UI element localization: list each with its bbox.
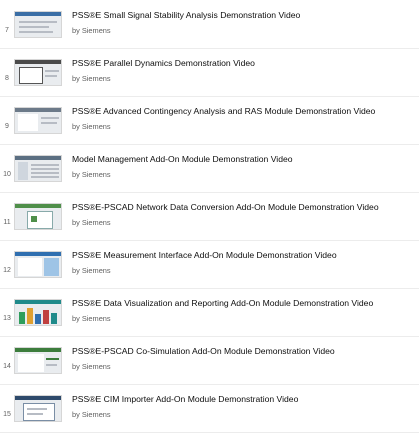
playlist-item[interactable]: 10 Model Management Add-On Module Demons… (0, 144, 419, 193)
playlist-item[interactable]: 7 PSS®E Small Signal Stability Analysis … (0, 0, 419, 49)
item-index: 7 (5, 27, 9, 34)
channel-name: by Siemens (72, 314, 111, 323)
thumbnail-panel (18, 258, 42, 276)
video-thumbnail[interactable] (14, 59, 62, 86)
thumbnail-line (41, 117, 59, 119)
channel-name: by Siemens (72, 362, 111, 371)
channel-name: by Siemens (72, 122, 111, 131)
video-thumbnail[interactable] (14, 11, 62, 38)
video-thumbnail[interactable] (14, 395, 62, 422)
thumbnail-header (15, 300, 61, 304)
thumbnail-line (19, 26, 49, 28)
video-title[interactable]: PSS®E Small Signal Stability Analysis De… (72, 10, 300, 20)
video-title[interactable]: PSS®E Advanced Contingency Analysis and … (72, 106, 375, 116)
thumbnail-header (15, 396, 61, 400)
thumbnail-line (27, 408, 47, 410)
playlist-item[interactable]: 12 PSS®E Measurement Interface Add-On Mo… (0, 240, 419, 289)
thumbnail-header (15, 60, 61, 64)
playlist-item[interactable]: 8 PSS®E Parallel Dynamics Demonstration … (0, 48, 419, 97)
thumbnail-icon (31, 216, 37, 222)
thumbnail-line (46, 358, 59, 360)
thumbnail-header (15, 348, 61, 352)
playlist-item[interactable]: 15 PSS®E CIM Importer Add-On Module Demo… (0, 384, 419, 433)
video-thumbnail[interactable] (14, 155, 62, 182)
thumbnail-header (15, 252, 61, 256)
thumbnail-panel (18, 114, 38, 131)
channel-name: by Siemens (72, 218, 111, 227)
item-index: 13 (3, 315, 11, 322)
channel-name: by Siemens (72, 170, 111, 179)
video-thumbnail[interactable] (14, 203, 62, 230)
item-index: 10 (3, 171, 11, 178)
thumbnail-line (41, 122, 57, 124)
thumbnail-header (15, 204, 61, 208)
item-index: 12 (3, 267, 11, 274)
thumbnail-line (31, 176, 59, 178)
video-thumbnail[interactable] (14, 299, 62, 326)
item-index: 8 (5, 75, 9, 82)
thumbnail-bar (27, 308, 33, 324)
thumbnail-line (31, 168, 59, 170)
playlist-item[interactable]: 9 PSS®E Advanced Contingency Analysis an… (0, 96, 419, 145)
channel-name: by Siemens (72, 26, 111, 35)
video-title[interactable]: PSS®E-PSCAD Co-Simulation Add-On Module … (72, 346, 335, 356)
thumbnail-line (31, 172, 59, 174)
playlist-item[interactable]: 11 PSS®E-PSCAD Network Data Conversion A… (0, 192, 419, 241)
thumbnail-sidebar (18, 162, 28, 180)
video-thumbnail[interactable] (14, 347, 62, 374)
video-thumbnail[interactable] (14, 251, 62, 278)
thumbnail-header (15, 156, 61, 160)
thumbnail-bar (35, 314, 41, 324)
thumbnail-line (45, 70, 59, 72)
channel-name: by Siemens (72, 266, 111, 275)
thumbnail-bar (51, 313, 57, 324)
thumbnail-panel (18, 354, 44, 372)
thumbnail-line (19, 31, 53, 33)
thumbnail-panel (44, 258, 59, 276)
item-index: 9 (5, 123, 9, 130)
thumbnail-window (19, 67, 43, 84)
thumbnail-dialog (23, 403, 55, 421)
video-title[interactable]: PSS®E CIM Importer Add-On Module Demonst… (72, 394, 298, 404)
thumbnail-line (45, 75, 57, 77)
playlist-item[interactable]: 14 PSS®E-PSCAD Co-Simulation Add-On Modu… (0, 336, 419, 385)
video-title[interactable]: PSS®E Measurement Interface Add-On Modul… (72, 250, 337, 260)
video-title[interactable]: PSS®E Data Visualization and Reporting A… (72, 298, 373, 308)
video-title[interactable]: PSS®E-PSCAD Network Data Conversion Add-… (72, 202, 379, 212)
video-title[interactable]: Model Management Add-On Module Demonstra… (72, 154, 293, 164)
thumbnail-header (15, 12, 61, 16)
item-index: 15 (3, 411, 11, 418)
channel-name: by Siemens (72, 74, 111, 83)
playlist-item[interactable]: 13 PSS®E Data Visualization and Reportin… (0, 288, 419, 337)
video-title[interactable]: PSS®E Parallel Dynamics Demonstration Vi… (72, 58, 255, 68)
channel-name: by Siemens (72, 410, 111, 419)
thumbnail-bar (19, 312, 25, 324)
video-thumbnail[interactable] (14, 107, 62, 134)
playlist: 7 PSS®E Small Signal Stability Analysis … (0, 0, 419, 439)
thumbnail-line (27, 413, 43, 415)
thumbnail-header (15, 108, 61, 112)
item-index: 11 (3, 219, 11, 226)
thumbnail-line (31, 164, 59, 166)
thumbnail-line (46, 364, 57, 366)
thumbnail-line (19, 21, 57, 23)
item-index: 14 (3, 363, 11, 370)
thumbnail-bar (43, 310, 49, 324)
